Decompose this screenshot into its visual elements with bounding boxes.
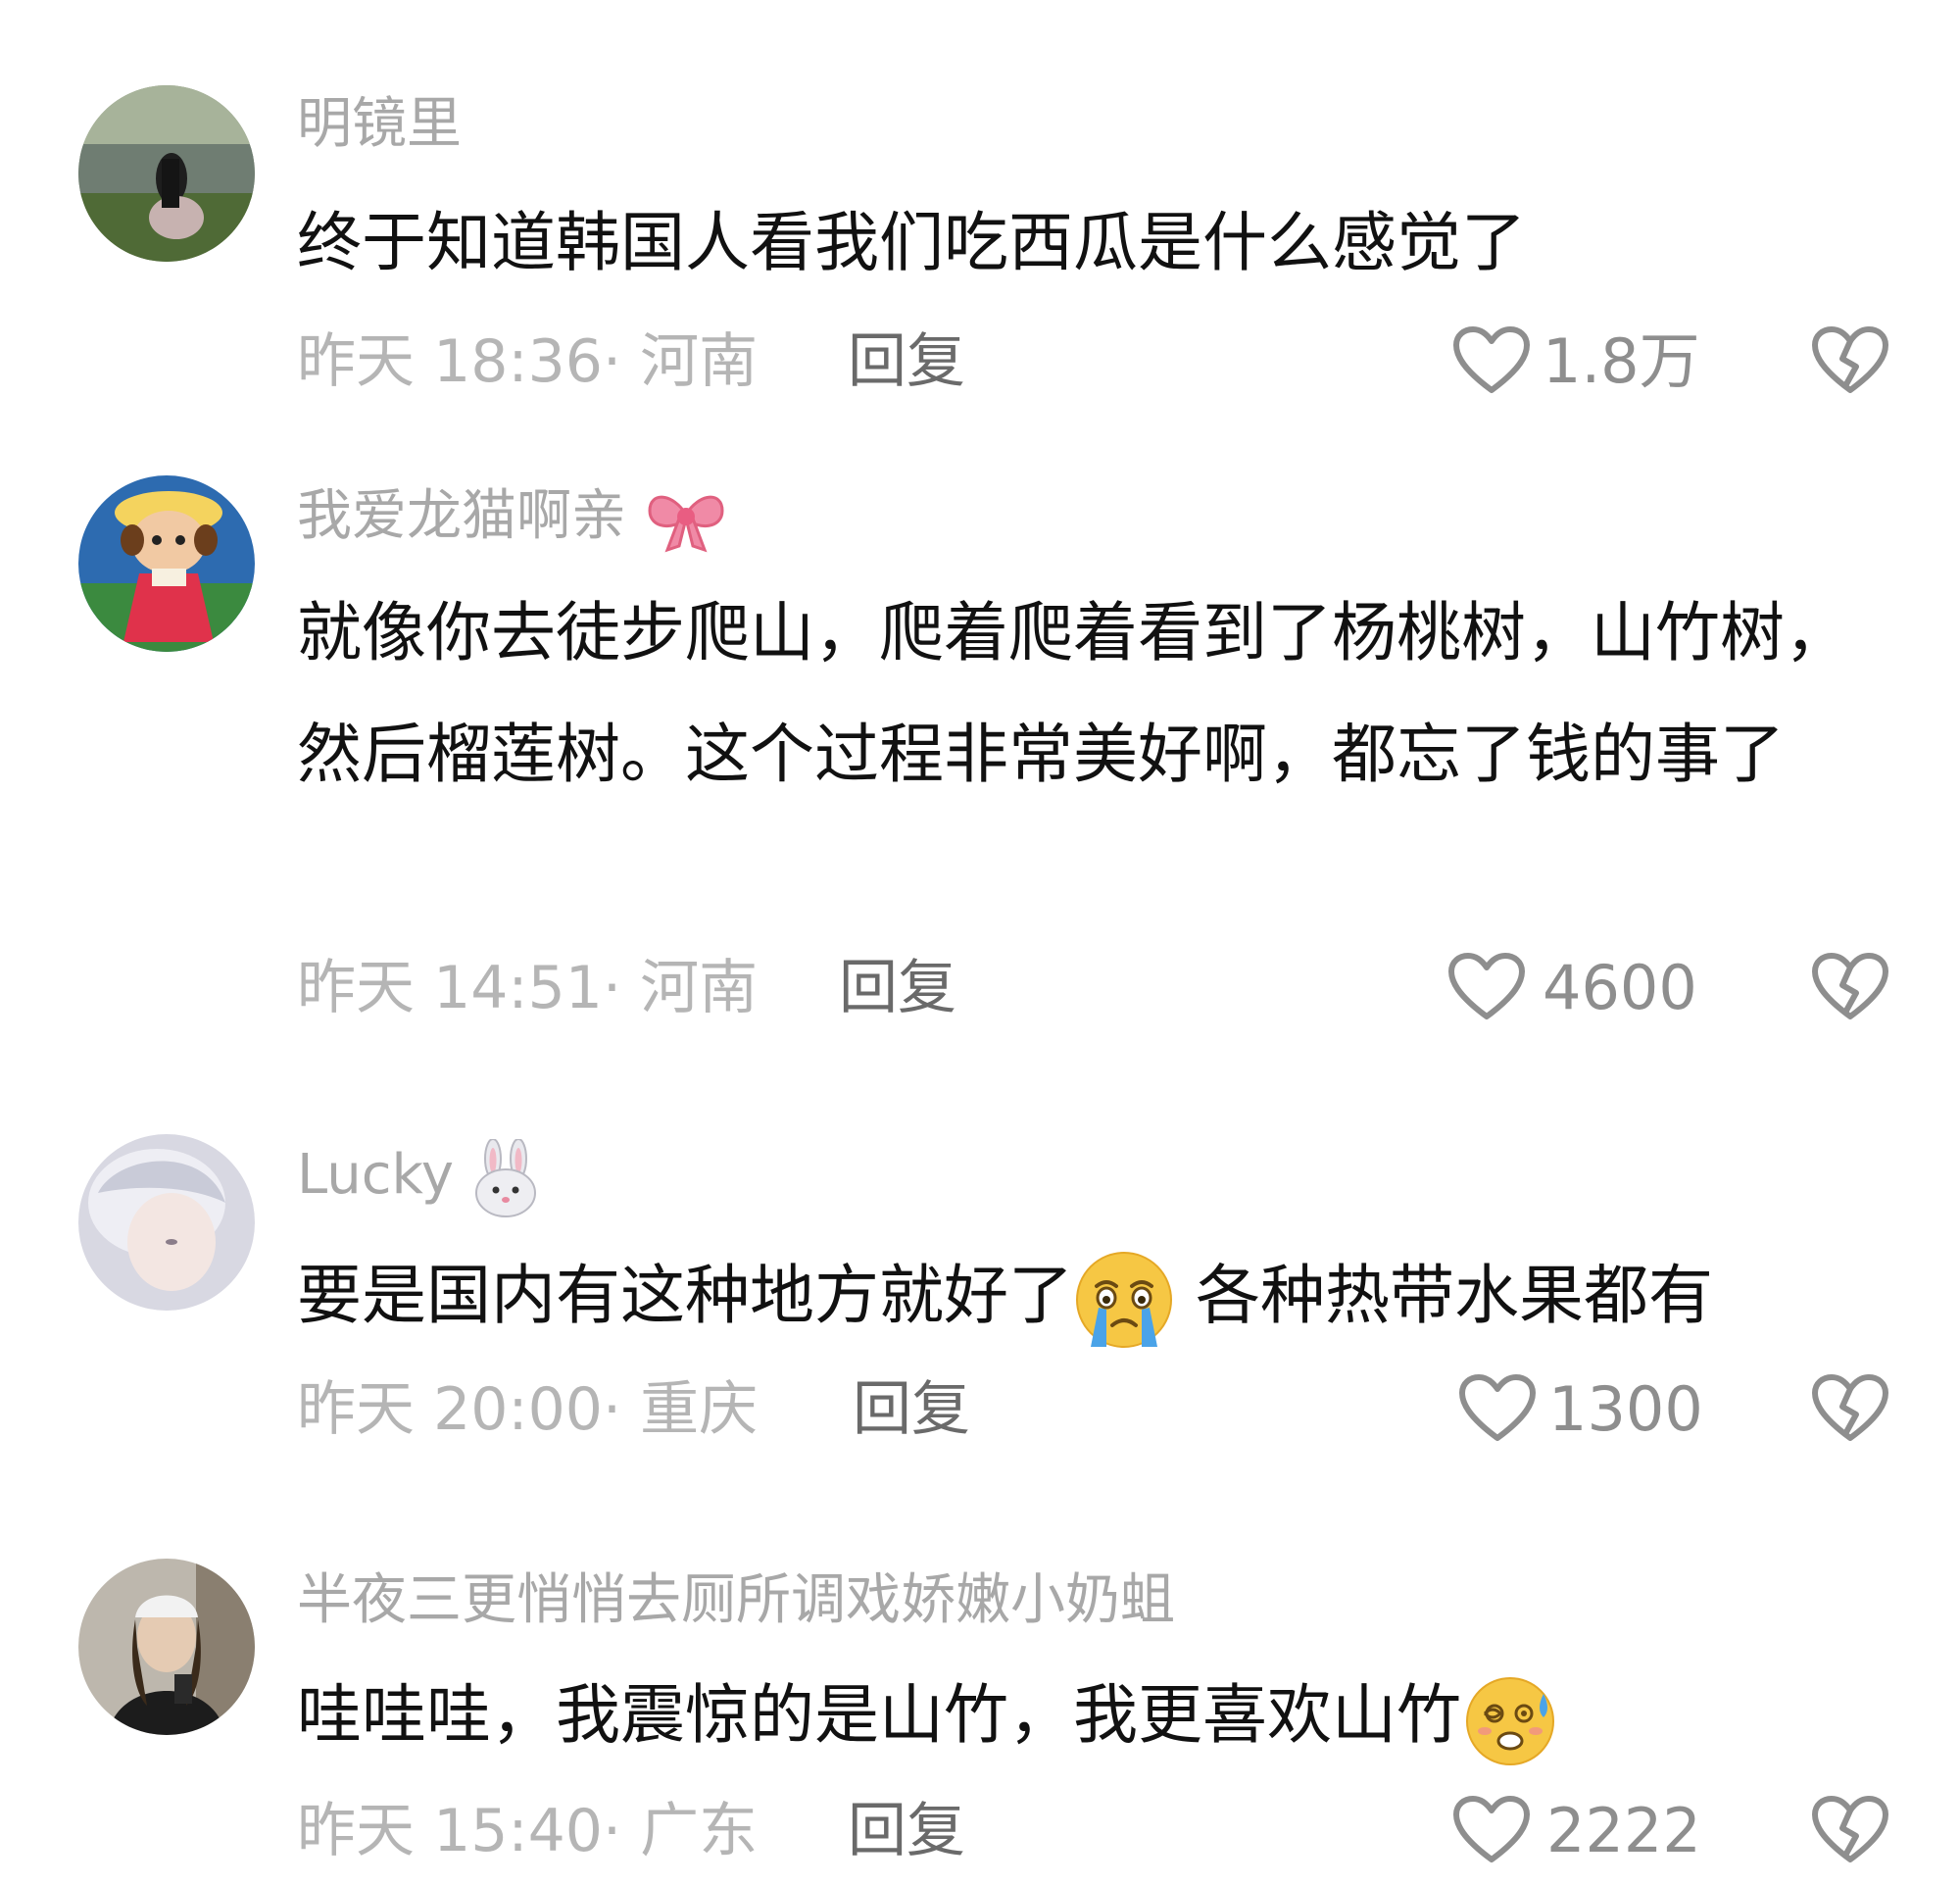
comment-meta: 昨天 14:51· 河南 xyxy=(297,954,758,1022)
username[interactable]: 我爱龙猫啊亲 xyxy=(297,482,728,554)
username-text: 我爱龙猫啊亲 xyxy=(297,484,626,548)
avatar[interactable] xyxy=(78,1134,255,1311)
avatar[interactable] xyxy=(78,475,255,652)
like-count: 2222 xyxy=(1546,1795,1701,1866)
comment-item: 半夜三更悄悄去厕所调戏娇嫩小奶蛆 哇哇哇，我震惊的是山竹，我更喜欢山竹 昨天 1… xyxy=(0,1500,1960,1885)
timestamp: 昨天 15:40 xyxy=(297,1797,603,1865)
location: · 广东 xyxy=(602,1797,759,1865)
rabbit-face-icon xyxy=(474,1139,536,1217)
broken-heart-icon[interactable] xyxy=(1811,1795,1889,1865)
reply-button[interactable]: 回复 xyxy=(848,327,965,396)
comment-text: 要是国内有这种地方就好了 各种热带水果都有 xyxy=(297,1235,1904,1357)
location: · 重庆 xyxy=(602,1375,759,1444)
comment-text: 哇哇哇，我震惊的是山竹，我更喜欢山竹 xyxy=(297,1655,1904,1776)
location: · 河南 xyxy=(602,954,759,1022)
comment-text: 就像你去徒步爬山，爬着爬着看到了杨桃树，山竹树，然后榴莲树。这个过程非常美好啊，… xyxy=(297,572,1904,816)
avatar-image-lake xyxy=(78,85,255,262)
comment-meta: 昨天 18:36· 河南 xyxy=(297,327,758,396)
heart-icon[interactable] xyxy=(1452,1795,1531,1865)
dizzy-sweat-face-emoji xyxy=(1461,1670,1559,1768)
timestamp: 昨天 14:51 xyxy=(297,954,603,1022)
reply-button[interactable]: 回复 xyxy=(848,1797,965,1865)
avatar-image-cartoon-girl xyxy=(78,475,255,652)
username-text: Lucky xyxy=(297,1143,455,1208)
avatar[interactable] xyxy=(78,1559,255,1735)
broken-heart-icon[interactable] xyxy=(1811,1373,1889,1444)
dizzy-sweat-face-icon xyxy=(1466,1676,1554,1765)
comment-text-body-part2: 各种热带水果都有 xyxy=(1175,1258,1713,1333)
broken-heart-icon[interactable] xyxy=(1811,952,1889,1022)
crying-face-icon xyxy=(1076,1251,1172,1348)
comment-text-body-part1: 要是国内有这种地方就好了 xyxy=(297,1258,1073,1333)
avatar-image-anime-boy xyxy=(78,1134,255,1311)
timestamp: 昨天 20:00 xyxy=(297,1375,603,1444)
comment-item: 我爱龙猫啊亲 就像你去徒步爬山，爬着爬着看到了杨桃树，山竹树，然后榴莲树。这个过… xyxy=(0,431,1960,1078)
crying-face-emoji xyxy=(1073,1249,1175,1351)
comment-text-body: 就像你去徒步爬山，爬着爬着看到了杨桃树，山竹树，然后榴莲树。这个过程非常美好啊，… xyxy=(297,595,1849,792)
comment-text-body: 哇哇哇，我震惊的是山竹，我更喜欢山竹 xyxy=(297,1677,1461,1753)
comment-meta: 昨天 15:40· 广东 xyxy=(297,1797,758,1865)
username[interactable]: 明镜里 xyxy=(297,90,462,159)
comment-text: 终于知道韩国人看我们吃西瓜是什么感觉了 xyxy=(297,182,1904,304)
rabbit-face-emoji xyxy=(471,1139,540,1217)
avatar-image-person-selfie xyxy=(78,1559,255,1735)
heart-icon[interactable] xyxy=(1452,325,1531,396)
reply-button[interactable]: 回复 xyxy=(839,954,956,1022)
timestamp: 昨天 18:36 xyxy=(297,327,603,396)
bow-emoji xyxy=(644,485,728,554)
comment-item: 明镜里 终于知道韩国人看我们吃西瓜是什么感觉了 昨天 18:36· 河南 回复 … xyxy=(0,0,1960,431)
comment-text-body: 终于知道韩国人看我们吃西瓜是什么感觉了 xyxy=(297,205,1526,280)
like-count: 1.8万 xyxy=(1543,325,1700,397)
username-text: 半夜三更悄悄去厕所调戏娇嫩小奶蛆 xyxy=(297,1568,1175,1632)
broken-heart-icon[interactable] xyxy=(1811,325,1889,396)
username-text: 明镜里 xyxy=(297,92,462,156)
username[interactable]: Lucky xyxy=(297,1139,540,1217)
comment-meta: 昨天 20:00· 重庆 xyxy=(297,1375,758,1444)
username[interactable]: 半夜三更悄悄去厕所调戏娇嫩小奶蛆 xyxy=(297,1566,1175,1635)
heart-icon[interactable] xyxy=(1447,952,1526,1022)
comment-item: Lucky 要是国内有这种地方就好了 各种热带水果都有 昨天 20:00· 重庆… xyxy=(0,1078,1960,1500)
reply-button[interactable]: 回复 xyxy=(853,1375,970,1444)
bow-icon xyxy=(648,495,724,553)
like-count: 1300 xyxy=(1548,1373,1703,1445)
location: · 河南 xyxy=(602,327,759,396)
heart-icon[interactable] xyxy=(1458,1373,1537,1444)
avatar[interactable] xyxy=(78,85,255,262)
like-count: 4600 xyxy=(1543,952,1697,1023)
